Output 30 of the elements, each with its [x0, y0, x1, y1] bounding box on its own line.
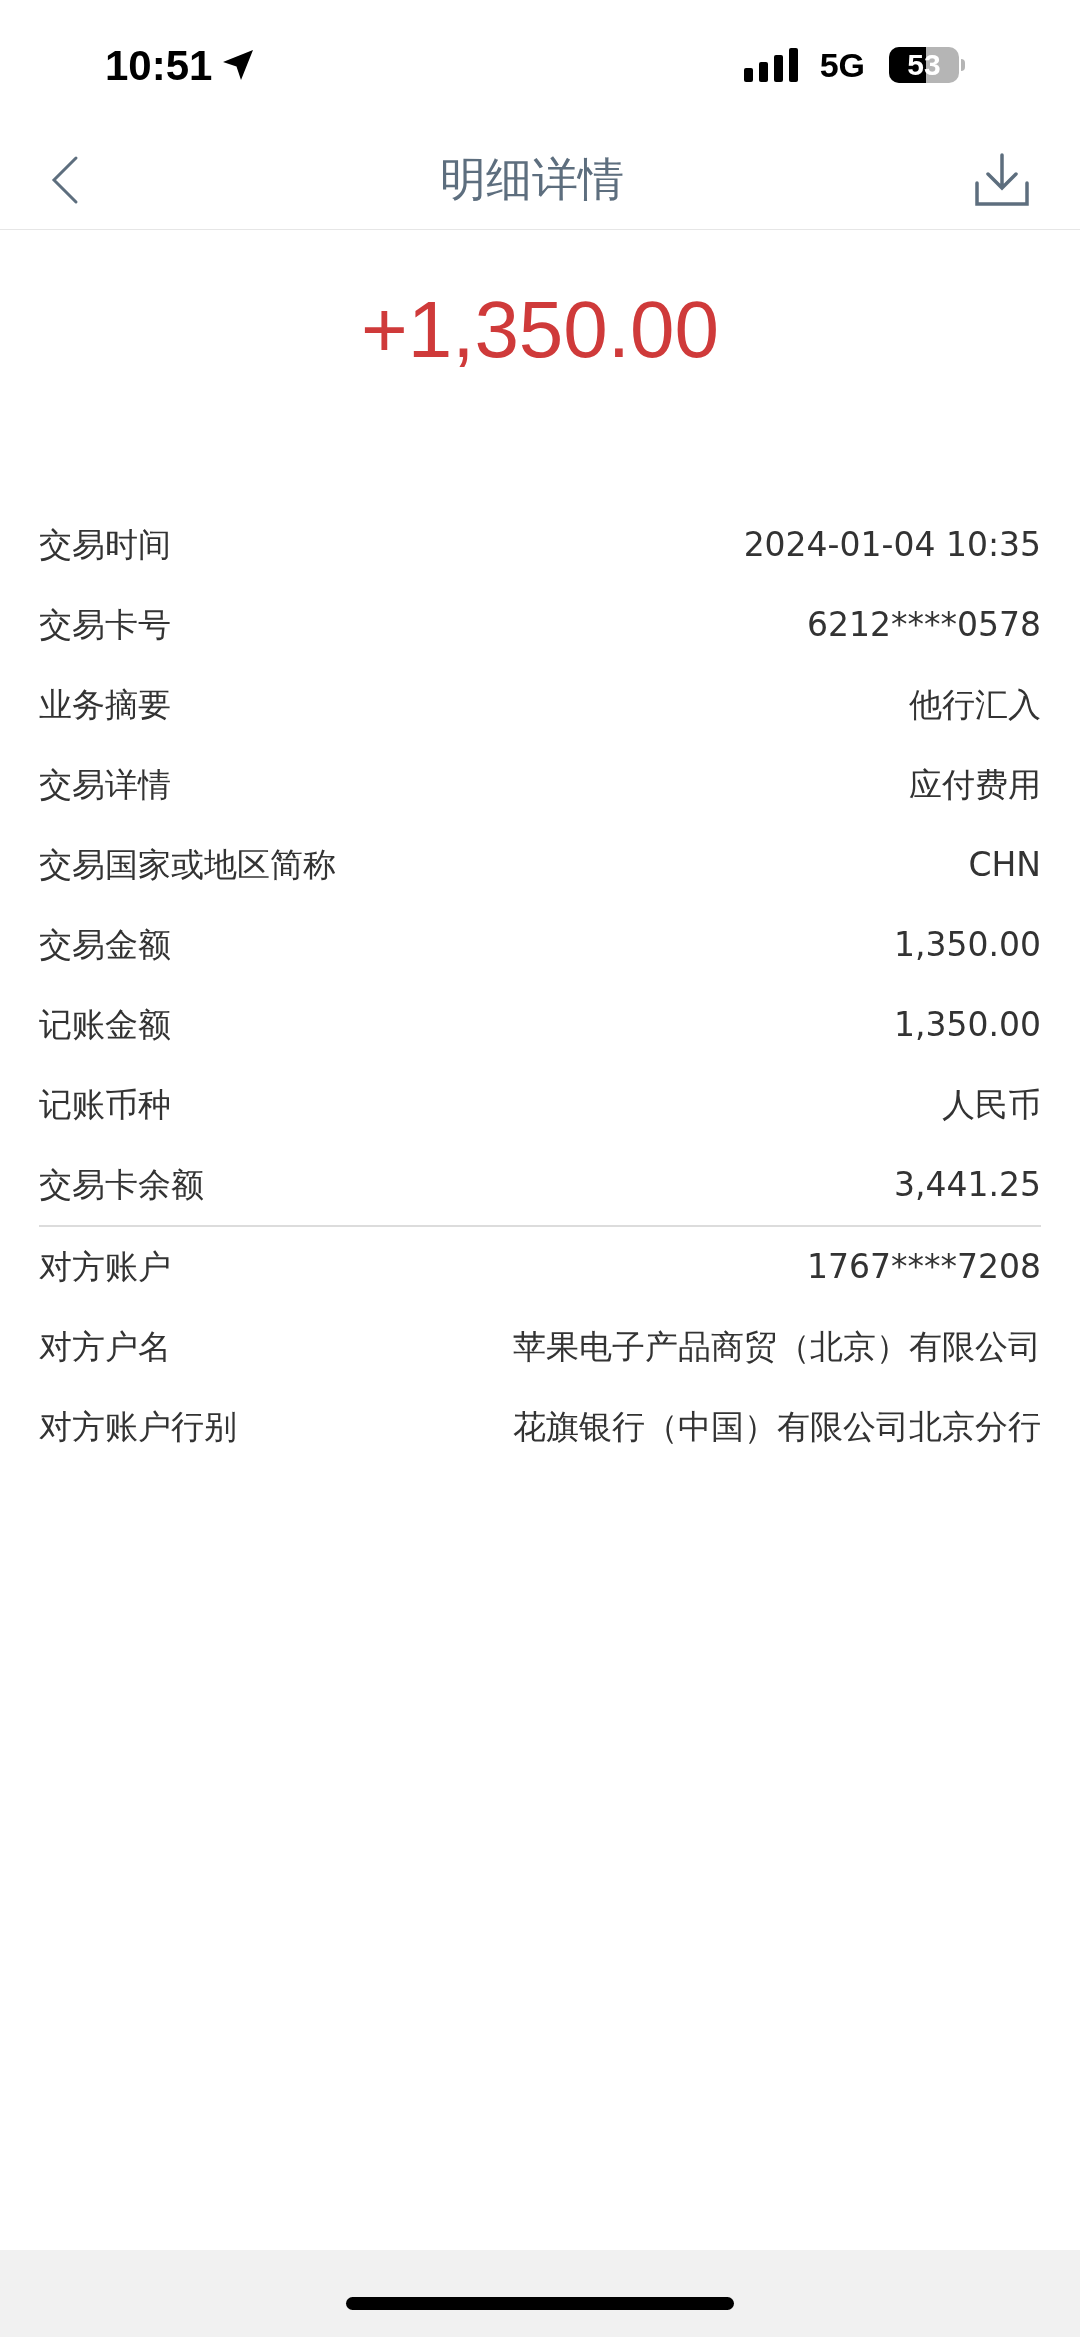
detail-label: 交易详情: [39, 764, 171, 807]
detail-value: 人民币: [942, 1084, 1041, 1127]
download-button[interactable]: [974, 151, 1030, 208]
detail-value: 6212****0578: [807, 604, 1041, 647]
detail-value: 他行汇入: [909, 684, 1041, 727]
detail-value: CHN: [968, 844, 1041, 887]
detail-label: 交易金额: [39, 924, 171, 967]
detail-label: 交易国家或地区简称: [39, 844, 336, 887]
detail-label: 记账币种: [39, 1084, 171, 1127]
detail-label: 交易卡余额: [39, 1164, 204, 1207]
detail-value: 苹果电子产品商贸（北京）有限公司: [513, 1326, 1041, 1369]
detail-label: 对方账户: [39, 1246, 171, 1289]
detail-value: 1,350.00: [894, 924, 1041, 967]
signal-icon: [743, 48, 800, 82]
detail-label: 记账金额: [39, 1004, 171, 1047]
detail-label: 对方户名: [39, 1326, 171, 1369]
status-time: 10:51: [105, 40, 213, 91]
detail-value: 花旗银行（中国）有限公司北京分行: [513, 1406, 1041, 1449]
detail-label: 交易卡号: [39, 604, 171, 647]
detail-label: 对方账户行别: [39, 1406, 237, 1449]
detail-value: 3,441.25: [894, 1164, 1041, 1207]
network-label: 5G: [819, 44, 865, 86]
detail-value: 2024-01-04 10:35: [743, 524, 1041, 567]
transaction-amount: +1,350.00: [360, 284, 720, 376]
detail-value: 应付费用: [909, 764, 1041, 807]
detail-value: 1,350.00: [894, 1004, 1041, 1047]
detail-label: 业务摘要: [39, 684, 171, 727]
detail-value: 1767****7208: [807, 1246, 1041, 1289]
page-title: 明细详情: [440, 151, 624, 208]
detail-label: 交易时间: [39, 524, 171, 567]
